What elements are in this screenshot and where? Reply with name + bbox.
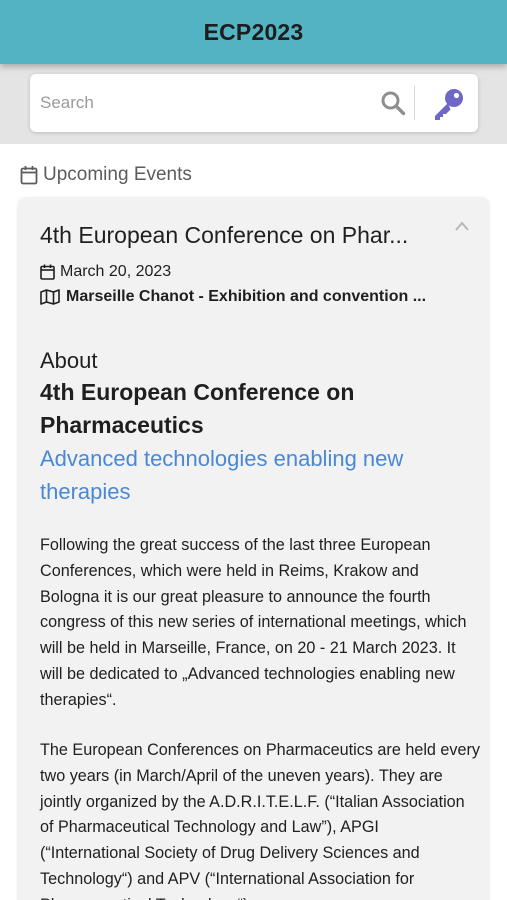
section-title: Upcoming Events bbox=[43, 164, 192, 185]
event-venue: Marseille Chanot - Exhibition and conven… bbox=[66, 288, 427, 305]
event-card[interactable]: 4th European Conference on Phar... March… bbox=[18, 198, 489, 900]
event-date-row: March 20, 2023 bbox=[40, 263, 171, 281]
map-icon bbox=[40, 289, 60, 305]
calendar-icon bbox=[40, 264, 55, 280]
app-title: ECP2023 bbox=[203, 18, 304, 45]
search-icon[interactable] bbox=[380, 90, 406, 116]
search-bar-area bbox=[0, 64, 507, 144]
section-header: Upcoming Events bbox=[20, 164, 192, 186]
app-header: ECP2023 bbox=[0, 0, 507, 64]
chevron-up-icon[interactable] bbox=[454, 220, 470, 232]
about-title: 4th European Conference on Pharmaceutics bbox=[40, 379, 355, 438]
content-area: Upcoming Events 4th European Conference … bbox=[0, 144, 507, 900]
search-box bbox=[30, 74, 478, 132]
key-icon[interactable] bbox=[430, 86, 466, 122]
search-input[interactable] bbox=[40, 83, 370, 123]
about-subtitle: Advanced technologies enabling new thera… bbox=[40, 446, 404, 504]
event-date: March 20, 2023 bbox=[60, 263, 172, 280]
about-heading: About bbox=[40, 348, 98, 373]
event-title[interactable]: 4th European Conference on Phar... bbox=[40, 222, 450, 249]
calendar-icon bbox=[20, 166, 38, 185]
search-divider bbox=[414, 86, 415, 120]
description-paragraph: The European Conferences on Pharmaceutic… bbox=[40, 741, 481, 900]
event-venue-row: Marseille Chanot - Exhibition and conven… bbox=[40, 288, 460, 306]
description-paragraph: Following the great success of the last … bbox=[40, 536, 467, 709]
